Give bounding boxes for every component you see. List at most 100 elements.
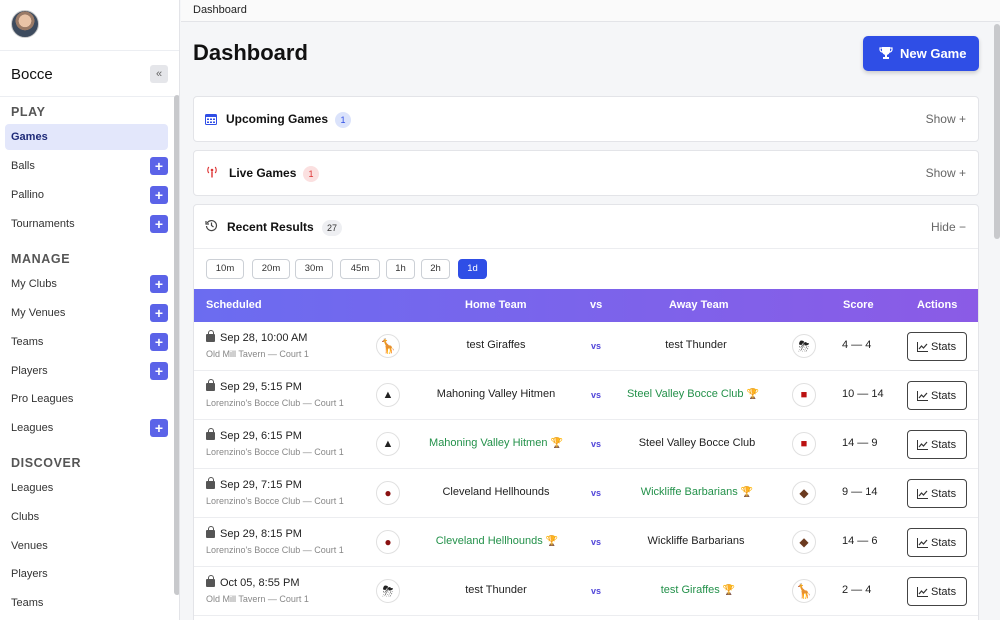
col-score[interactable]: Score	[843, 299, 874, 311]
live-games-count: 1	[303, 166, 319, 182]
main-scrollbar[interactable]	[994, 24, 1000, 239]
away-team[interactable]: Steel Valley Bocce Club	[628, 437, 766, 449]
filter-30m[interactable]: 30m	[295, 259, 333, 279]
filter-10m[interactable]: 10m	[206, 259, 244, 279]
score: 10 — 14	[842, 388, 884, 400]
stats-button[interactable]: Stats	[907, 479, 967, 508]
sidebar-item-my-clubs[interactable]: My Clubs +	[5, 271, 168, 297]
away-team[interactable]: Wickliffe Barbarians	[634, 535, 758, 547]
home-team[interactable]: Cleveland Hellhounds	[434, 486, 558, 498]
col-scheduled[interactable]: Scheduled	[206, 299, 262, 311]
score: 14 — 9	[842, 437, 878, 449]
table-row[interactable]: Sep 29, 8:15 PM Lorenzino's Bocce Club — …	[194, 518, 978, 567]
filter-20m[interactable]: 20m	[252, 259, 290, 279]
away-team[interactable]: test Thunder	[634, 339, 758, 351]
table-row[interactable]: Sep 29, 6:15 PM Lorenzino's Bocce Club — …	[194, 420, 978, 469]
sidebar: Bocce « PLAY Games Balls + Pallino + Tourn…	[0, 0, 180, 620]
toggle-label: Show	[925, 166, 956, 180]
game-venue: Lorenzino's Bocce Club — Court 1	[206, 496, 344, 506]
add-ball-button[interactable]: +	[150, 157, 168, 175]
chart-line-icon	[917, 587, 928, 600]
live-games-toggle[interactable]: Show +	[926, 166, 966, 180]
sidebar-item-games[interactable]: Games	[5, 124, 168, 150]
recent-results-header[interactable]: Recent Results 27 Hide −	[194, 205, 978, 249]
sidebar-item-leagues[interactable]: Leagues +	[5, 415, 168, 441]
sidebar-item-discover-teams[interactable]: Teams	[5, 590, 168, 616]
filter-45m[interactable]: 45m	[340, 259, 380, 279]
home-team-winner[interactable]: Mahoning Valley Hitmen 🏆	[422, 437, 570, 449]
section-play: PLAY	[11, 105, 46, 119]
add-club-button[interactable]: +	[150, 275, 168, 293]
away-team-winner[interactable]: Steel Valley Bocce Club 🏆	[624, 388, 762, 400]
score: 4 — 4	[842, 339, 872, 351]
chart-line-icon	[917, 538, 928, 551]
filter-1d[interactable]: 1d	[458, 259, 487, 279]
trophy-icon	[879, 46, 893, 63]
col-away-team[interactable]: Away Team	[669, 299, 729, 311]
user-avatar[interactable]	[11, 10, 39, 38]
trophy-icon: 🏆	[545, 536, 559, 547]
sidebar-item-tournaments[interactable]: Tournaments +	[5, 211, 168, 237]
away-team-winner[interactable]: test Giraffes 🏆	[644, 584, 752, 596]
stats-button[interactable]: Stats	[907, 430, 967, 459]
team-name: test Giraffes	[660, 584, 720, 596]
live-games-header[interactable]: Live Games 1 Show +	[194, 151, 978, 195]
table-row[interactable]: Sep 28, 10:00 AM Old Mill Tavern — Court …	[194, 322, 978, 371]
add-tournament-button[interactable]: +	[150, 215, 168, 233]
stats-button[interactable]: Stats	[907, 528, 967, 557]
add-league-button[interactable]: +	[150, 419, 168, 437]
sidebar-scrollbar[interactable]	[174, 95, 179, 595]
sidebar-item-discover-leagues[interactable]: Leagues	[5, 475, 168, 501]
sidebar-item-teams[interactable]: Teams +	[5, 329, 168, 355]
stats-label: Stats	[931, 439, 957, 451]
sidebar-item-discover-venues[interactable]: Venues	[5, 533, 168, 559]
hellhounds-logo-icon: ●	[376, 481, 400, 505]
sidebar-item-label: Tournaments	[11, 218, 75, 230]
game-venue: Lorenzino's Bocce Club — Court 1	[206, 398, 344, 408]
live-games-title: Live Games	[229, 166, 297, 180]
table-row[interactable]: Sep 29, 7:15 PM Lorenzino's Bocce Club — …	[194, 469, 978, 518]
home-team-winner[interactable]: Cleveland Hellhounds 🏆	[428, 535, 566, 547]
new-game-button[interactable]: New Game	[863, 36, 979, 71]
sidebar-item-pro-leagues[interactable]: Pro Leagues	[5, 386, 168, 412]
sidebar-item-discover-players[interactable]: Players	[5, 561, 168, 587]
team-name: Cleveland Hellhounds	[435, 535, 543, 547]
game-date: Oct 05, 8:55 PM	[220, 577, 300, 589]
page-title: Dashboard	[193, 40, 308, 65]
home-team[interactable]: Mahoning Valley Hitmen	[430, 388, 562, 400]
game-venue: Lorenzino's Bocce Club — Court 1	[206, 545, 344, 555]
away-team-winner[interactable]: Wickliffe Barbarians 🏆	[632, 486, 762, 498]
add-team-button[interactable]: +	[150, 333, 168, 351]
table-row[interactable]: Oct 05, 8:55 PM Old Mill Tavern — Court 1…	[194, 567, 978, 616]
sidebar-item-pallino[interactable]: Pallino +	[5, 182, 168, 208]
table-row[interactable]: Sep 29, 5:15 PM Lorenzino's Bocce Club — …	[194, 371, 978, 420]
stats-button[interactable]: Stats	[907, 577, 967, 606]
stats-button[interactable]: Stats	[907, 381, 967, 410]
home-team[interactable]: test Giraffes	[434, 339, 558, 351]
sidebar-item-players[interactable]: Players +	[5, 358, 168, 384]
add-venue-button[interactable]: +	[150, 304, 168, 322]
game-date: Sep 29, 7:15 PM	[220, 479, 302, 491]
recent-results-title: Recent Results	[227, 220, 314, 234]
filter-1h[interactable]: 1h	[386, 259, 415, 279]
recent-results-toggle[interactable]: Hide −	[931, 220, 966, 234]
collapse-sidebar-button[interactable]: «	[150, 65, 168, 83]
vs-label: vs	[591, 341, 602, 351]
recent-results-count: 27	[322, 220, 343, 236]
home-team[interactable]: test Thunder	[434, 584, 558, 596]
add-pallino-button[interactable]: +	[150, 186, 168, 204]
breadcrumb[interactable]: Dashboard	[193, 4, 247, 16]
brand-title: Bocce	[11, 66, 53, 83]
sidebar-item-balls[interactable]: Balls +	[5, 153, 168, 179]
upcoming-games-header[interactable]: Upcoming Games 1 Show +	[194, 97, 978, 141]
col-vs: vs	[590, 299, 603, 311]
filter-2h[interactable]: 2h	[421, 259, 450, 279]
upcoming-games-toggle[interactable]: Show +	[926, 112, 966, 126]
team-name: Steel Valley Bocce Club	[626, 388, 744, 400]
stats-button[interactable]: Stats	[907, 332, 967, 361]
add-player-button[interactable]: +	[150, 362, 168, 380]
sidebar-item-discover-clubs[interactable]: Clubs	[5, 504, 168, 530]
col-home-team[interactable]: Home Team	[465, 299, 527, 311]
sidebar-item-label: My Clubs	[11, 278, 57, 290]
sidebar-item-my-venues[interactable]: My Venues +	[5, 300, 168, 326]
